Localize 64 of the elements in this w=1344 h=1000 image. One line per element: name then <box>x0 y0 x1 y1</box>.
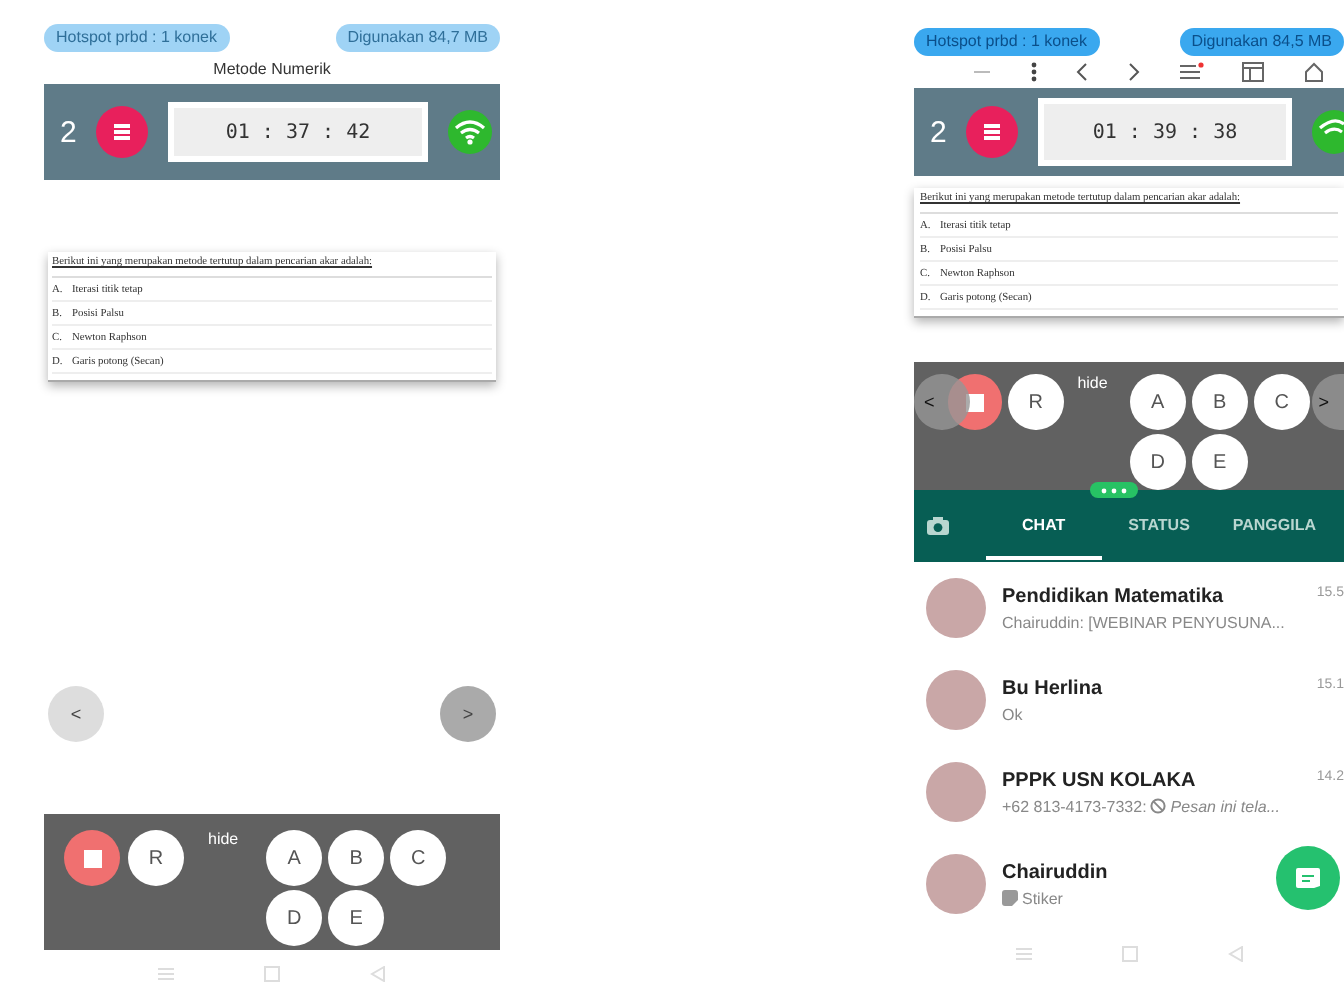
menu-icon[interactable] <box>1179 62 1204 82</box>
answer-button[interactable]: E <box>1191 434 1248 490</box>
wifi-icon <box>448 110 492 154</box>
tabs-icon[interactable] <box>1242 62 1265 82</box>
menu-icon <box>982 122 1002 142</box>
message-sender: +62 813-4173-7332: <box>1002 797 1147 815</box>
timer-display: 01 : 37 : 42 <box>168 102 428 162</box>
drag-handle[interactable] <box>1090 482 1138 498</box>
avatar-photo <box>926 578 986 638</box>
hide-button[interactable]: hide <box>1077 374 1108 392</box>
answer-button[interactable]: A <box>266 830 323 886</box>
answer-button[interactable]: E <box>328 890 385 946</box>
message-preview: Stiker <box>1022 889 1063 907</box>
avatar-photo <box>926 762 986 822</box>
home-icon[interactable] <box>1304 62 1325 82</box>
stop-icon <box>83 849 101 867</box>
message-preview: Pesan ini tela... <box>1170 797 1280 815</box>
message-icon <box>1296 868 1320 888</box>
chat-tab[interactable]: STATUS <box>1101 493 1217 559</box>
blocked-icon <box>1150 798 1167 814</box>
answer-button[interactable]: B <box>1191 374 1248 430</box>
chat-name: Bu Herlina <box>1002 677 1103 699</box>
answer-button[interactable]: A <box>1129 374 1186 430</box>
answer-button[interactable]: D <box>266 890 323 946</box>
question-number: 2 <box>60 115 79 149</box>
next-button[interactable]: > <box>1312 374 1344 430</box>
chat-name: Pendidikan Matematika <box>1002 585 1224 607</box>
stop-button[interactable] <box>64 830 120 886</box>
menu-button[interactable] <box>966 106 1018 158</box>
status-pill: Digunakan 84,7 MB <box>335 24 500 52</box>
reset-button[interactable]: R <box>1008 374 1064 430</box>
page-title: Metode Numerik <box>211 58 333 82</box>
more-vertical-icon[interactable] <box>1029 62 1038 82</box>
answer-button[interactable]: D <box>1129 434 1186 490</box>
answer-button[interactable]: B <box>328 830 385 886</box>
status-pill: Hotspot prbd : 1 konek <box>44 24 229 52</box>
sticker-icon <box>1002 890 1018 906</box>
message-preview: Ok <box>1002 705 1023 723</box>
hide-button[interactable]: hide <box>208 830 239 848</box>
back-icon[interactable] <box>1076 62 1089 82</box>
chat-name: Chairuddin <box>1002 861 1108 883</box>
next-button[interactable]: > <box>440 686 496 742</box>
timer-display: 01 : 39 : 38 <box>1038 98 1292 166</box>
status-pill: Hotspot prbd : 1 konek <box>914 28 1099 56</box>
wifi-icon <box>1312 110 1344 154</box>
message-preview: Chairuddin: [WEBINAR PENYUSUNA... <box>1002 613 1285 631</box>
answer-button[interactable]: C <box>1253 374 1310 430</box>
menu-button[interactable] <box>96 106 148 158</box>
chat-item[interactable]: Chairuddin Stiker <box>914 838 1344 930</box>
status-pill: Digunakan 84,5 MB <box>1179 28 1344 56</box>
avatar-photo <box>926 670 986 730</box>
reset-button[interactable]: R <box>128 830 184 886</box>
previous-button[interactable]: < <box>48 686 104 742</box>
chat-tab[interactable]: PANGGILA <box>1216 493 1333 559</box>
forward-icon[interactable] <box>1127 62 1140 82</box>
chat-tab[interactable]: CHAT <box>986 493 1102 559</box>
chat-name: PPPK USN KOLAKA <box>1002 769 1196 791</box>
answer-button[interactable]: C <box>390 830 447 886</box>
dots-icon <box>1100 487 1128 493</box>
avatar-photo <box>926 854 986 914</box>
camera-icon[interactable] <box>926 516 950 536</box>
menu-icon <box>112 122 132 142</box>
question-number: 2 <box>930 115 949 149</box>
previous-button[interactable]: < <box>914 374 970 430</box>
